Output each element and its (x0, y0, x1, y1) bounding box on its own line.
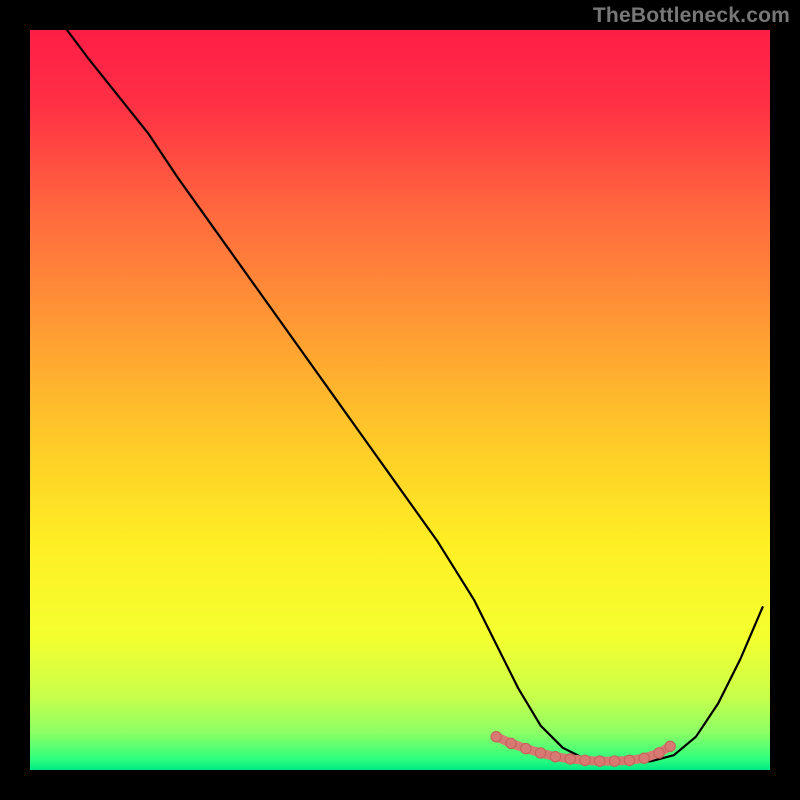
outer-frame: TheBottleneck.com (0, 0, 800, 800)
plot-area (30, 30, 770, 770)
watermark-text: TheBottleneck.com (593, 4, 790, 28)
gradient-background (30, 30, 770, 770)
